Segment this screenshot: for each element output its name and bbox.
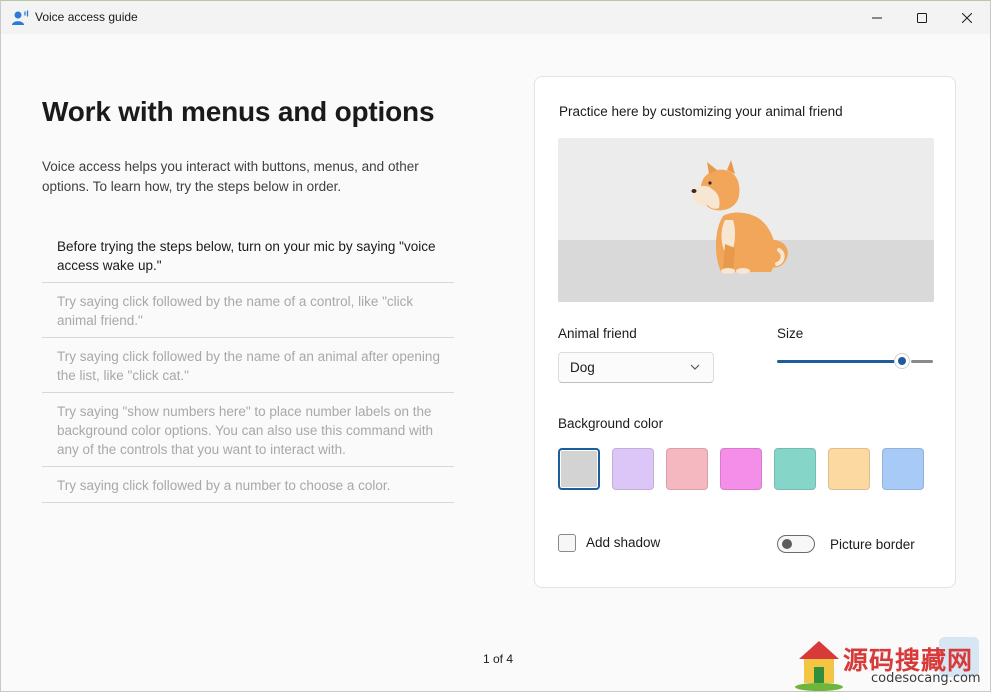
dog-illustration <box>691 160 788 274</box>
page-title: Work with menus and options <box>42 96 435 127</box>
close-icon <box>962 12 972 23</box>
voice-access-app-icon <box>11 9 29 27</box>
add-shadow-label: Add shadow <box>586 535 661 550</box>
step-item-5: Try saying click followed by a number to… <box>42 467 454 503</box>
maximize-icon <box>917 12 927 23</box>
size-slider-fill <box>777 360 903 363</box>
step-item-3: Try saying click followed by the name of… <box>42 338 454 393</box>
size-slider-thumb[interactable] <box>894 353 910 369</box>
practice-heading: Practice here by customizing your animal… <box>559 104 843 119</box>
minimize-button[interactable] <box>854 1 900 34</box>
step-item-1: Before trying the steps below, turn on y… <box>42 233 454 283</box>
picture-border-label: Picture border <box>830 537 915 552</box>
size-slider[interactable] <box>777 351 933 371</box>
watermark-url: codesocang.com <box>871 671 981 686</box>
chevron-down-icon <box>690 364 700 370</box>
steps-list: Before trying the steps below, turn on y… <box>42 233 454 503</box>
window-title: Voice access guide <box>35 10 138 24</box>
size-label: Size <box>777 326 804 341</box>
color-swatch-1[interactable] <box>558 448 600 490</box>
voice-access-guide-window: Voice access guide Work with menus and o… <box>0 0 991 692</box>
color-swatch-2[interactable] <box>612 448 654 490</box>
picture-border-toggle[interactable] <box>777 535 815 553</box>
maximize-button[interactable] <box>899 1 945 34</box>
step-item-4: Try saying "show numbers here" to place … <box>42 393 454 467</box>
toggle-knob <box>782 539 792 549</box>
color-swatch-7[interactable] <box>882 448 924 490</box>
color-swatch-6[interactable] <box>828 448 870 490</box>
step-item-2: Try saying click followed by the name of… <box>42 283 454 338</box>
close-button[interactable] <box>944 1 990 34</box>
color-swatch-4[interactable] <box>720 448 762 490</box>
animal-friend-dropdown[interactable]: Dog <box>558 352 714 383</box>
animal-preview <box>558 138 934 302</box>
intro-text: Voice access helps you interact with but… <box>42 159 419 194</box>
practice-panel: Practice here by customizing your animal… <box>534 76 956 588</box>
watermark-logo-icon <box>795 641 843 691</box>
size-slider-track <box>911 360 933 363</box>
page-indicator: 1 of 4 <box>483 652 514 666</box>
title-bar[interactable]: Voice access guide <box>1 1 990 34</box>
animal-friend-value: Dog <box>570 360 595 375</box>
minimize-icon <box>872 17 882 18</box>
color-swatch-3[interactable] <box>666 448 708 490</box>
animal-friend-label: Animal friend <box>558 326 637 341</box>
background-color-label: Background color <box>558 416 664 431</box>
watermark: 源码搜藏网 codesocang.com <box>791 637 990 691</box>
color-swatch-5[interactable] <box>774 448 816 490</box>
add-shadow-checkbox[interactable] <box>558 534 576 552</box>
